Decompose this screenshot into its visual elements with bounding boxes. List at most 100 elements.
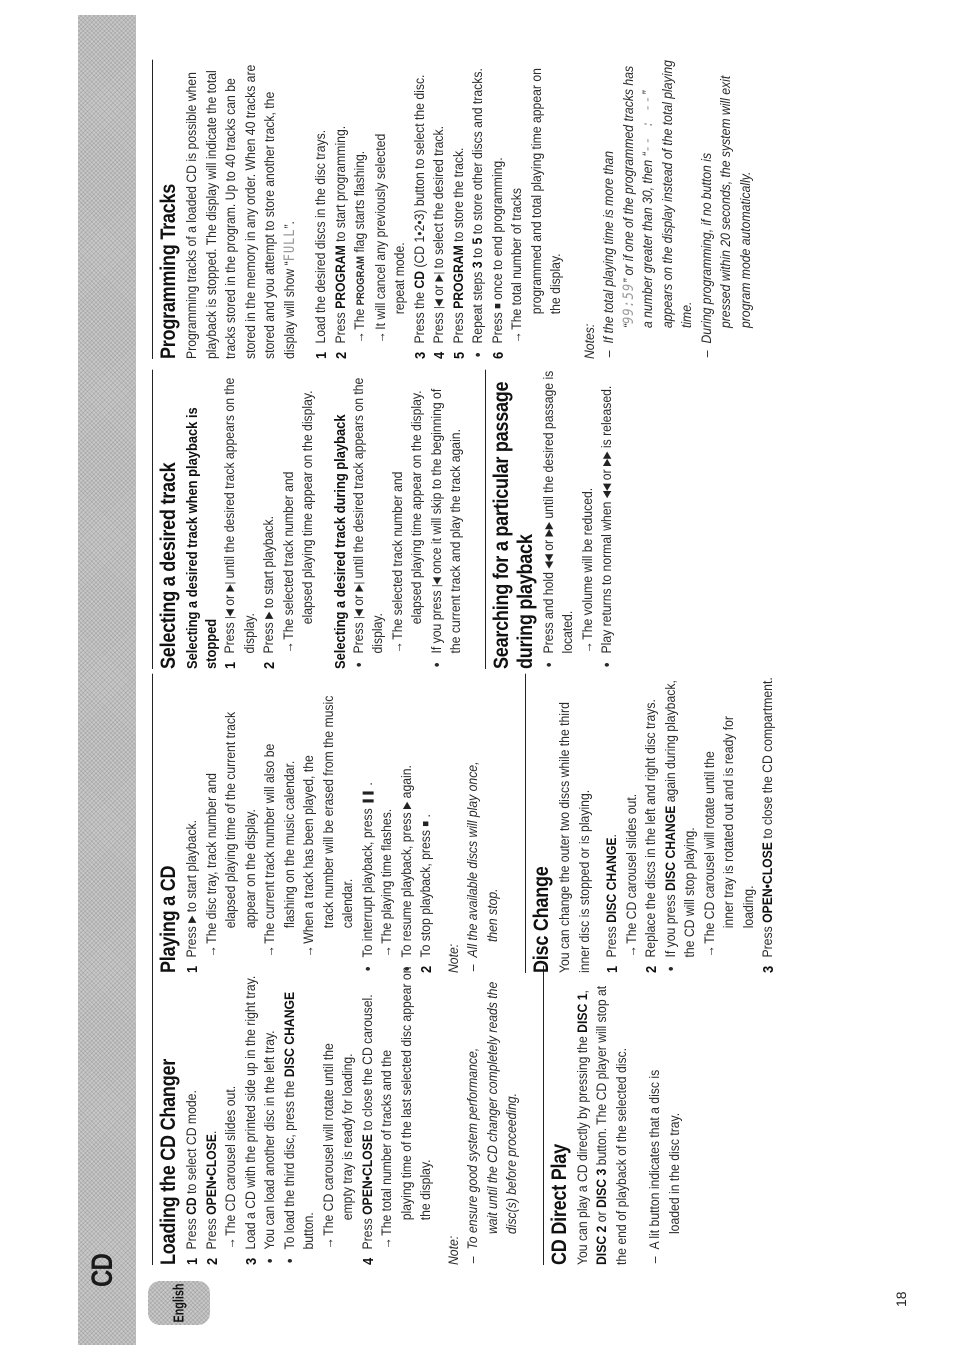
- programming-step-6-result: → The total number of tracks programmed an…: [508, 60, 567, 359]
- disc-change-bullet-result: → The CD carousel will rotate until the in…: [701, 674, 760, 973]
- bullet-text: Play returns to normal when: [599, 498, 615, 654]
- playing-resume-bullet: To resume playback, press ▶ again.: [398, 674, 418, 973]
- note-text-cont: then stop.: [484, 888, 501, 943]
- step-text: Press: [450, 308, 467, 344]
- step-text: to start playback.: [261, 516, 277, 612]
- result-text: The total number of tracks: [509, 188, 525, 330]
- arrow-icon: →: [372, 331, 389, 344]
- section-rule: [152, 673, 153, 973]
- programming-step-2: 2 Press PROGRAM to start programming.: [332, 60, 352, 359]
- language-tab-label: English: [170, 1283, 188, 1323]
- programming-note-1: If the total playing time is more than“9…: [600, 60, 698, 359]
- step-number: 1: [184, 965, 201, 973]
- playing-step-2: 2 To stop playback, press ■ .: [417, 674, 437, 973]
- arrow-icon: →: [301, 945, 317, 958]
- section-rule: [542, 965, 544, 1265]
- programming-note-2: During programming, if no button ispress…: [698, 60, 757, 359]
- searching-bullet-2: Play returns to normal when ◀◀ or ▶▶ is …: [598, 370, 618, 669]
- column-4: Programming Tracks Programming tracks of…: [146, 59, 756, 359]
- disc-change-bullet: If you press DISC CHANGE again during pl…: [662, 674, 701, 973]
- programming-step-6: 6 Press ■ once to end programming.: [489, 60, 509, 359]
- note-text-cont: “99:59” or if one of the programmed trac…: [620, 60, 698, 344]
- result-text: The CD carousel slides out.: [223, 1085, 239, 1236]
- result-text-cont: elapsed playing time appear on the displ…: [300, 390, 316, 625]
- lcd-full-text: FULL: [281, 228, 298, 262]
- loading-step-1: 1 Press CD to select CD mode.: [183, 966, 203, 1265]
- bullet-text: is released.: [599, 385, 615, 452]
- step-text: or: [222, 591, 238, 610]
- programming-title: Programming Tracks: [157, 183, 180, 359]
- note-text: To ensure good system performance,: [465, 1047, 481, 1250]
- loading-step-2-result: → The CD carousel slides out.: [222, 966, 242, 1265]
- arrow-icon: →: [280, 641, 297, 654]
- section-rule: [152, 369, 153, 669]
- selecting-stopped-result: → The selected track number and elapsed pl…: [280, 370, 319, 669]
- step-number: 1: [184, 1257, 201, 1265]
- step-text: to start programming.: [332, 125, 349, 246]
- result-text-cont: inner tray is rotated out and is ready f…: [721, 715, 757, 929]
- result-text: The volume will be reduced.: [579, 487, 596, 640]
- note-text-cont: loaded in the disc tray.: [666, 1112, 683, 1235]
- next-track-icon: ▶|: [224, 581, 236, 592]
- loading-note: To ensure good system performance,wait u…: [464, 966, 523, 1265]
- result-text: The current track number will also be: [262, 743, 278, 944]
- disc-change-step-1-result: → The CD carousel slides out.: [623, 674, 643, 973]
- result-text: The selected track number and: [280, 471, 297, 640]
- loading-title: Loading the CD Changer: [157, 1058, 180, 1265]
- bullet-text: to: [470, 244, 486, 262]
- step-text: Press: [261, 618, 277, 654]
- step-text: Load the desired discs in the disc trays…: [313, 129, 329, 344]
- direct-play-title: CD Direct Play: [547, 1144, 571, 1265]
- step-text: To stop playback, press: [418, 826, 434, 958]
- result-text-cont: empty tray is ready for loading.: [340, 1053, 356, 1221]
- step-text: Press: [184, 922, 200, 958]
- selecting-playback-bullet-2: If you press |◀ once it will skip to the…: [428, 370, 467, 669]
- disc-change-step-1: 1 Press DISC CHANGE.: [603, 674, 623, 973]
- result-text: The: [352, 305, 368, 330]
- play-icon: ▶: [400, 801, 413, 810]
- playing-result-3: → When a track has been played, the track …: [300, 674, 359, 973]
- selecting-stopped-step-1: 1 Press |◀ or ▶| until the desired track …: [221, 370, 260, 669]
- body-text: You can play a CD directly by pressing t…: [574, 1032, 591, 1265]
- step-text: .: [418, 814, 434, 821]
- note-text: If the total playing time is more than: [601, 150, 617, 344]
- button-name: OPEN•CLOSE: [203, 1134, 220, 1215]
- loading-bullet-2-result: → The CD carousel will rotate until the em…: [320, 966, 359, 1265]
- button-name: DISC 1: [574, 993, 591, 1033]
- result-text-cont: playing time of the last selected disc a…: [398, 966, 435, 1221]
- step-number: 2: [418, 965, 435, 973]
- step-text: Press: [184, 1214, 200, 1250]
- note-text-cont: wait until the CD changer completely rea…: [484, 981, 521, 1235]
- button-name: DISC 2: [594, 1225, 610, 1265]
- playing-title: Playing a CD: [157, 865, 180, 973]
- step-text: Press: [431, 308, 447, 344]
- column-1: Loading the CD Changer 1 Press CD to sele…: [146, 965, 685, 1265]
- step-number: 3: [411, 351, 429, 359]
- lcd-dashes-text: -- : --: [640, 94, 656, 153]
- selecting-playback-result: → The selected track number and elapsed pl…: [389, 370, 428, 669]
- loading-step-4: 4 Press OPEN•CLOSE to close the CD carous…: [359, 966, 379, 1265]
- previous-track-icon: |◀: [352, 609, 365, 619]
- result-text: The CD carousel will rotate until the: [701, 751, 718, 944]
- loading-note-label: Note:: [445, 1235, 462, 1265]
- step-number: 1: [222, 661, 239, 669]
- searching-result: → The volume will be reduced.: [579, 370, 599, 669]
- result-text: The total number of tracks and the: [379, 1049, 395, 1236]
- step-text: Replace the discs in the left and right …: [643, 699, 659, 958]
- bullet-text: or: [350, 591, 367, 610]
- bullet-text: again.: [398, 765, 415, 802]
- fast-forward-icon: ▶▶: [601, 451, 613, 467]
- step-text: Press: [760, 922, 776, 958]
- step-text: to close the CD carousel.: [359, 994, 376, 1135]
- disc-change-step-2: 2 Replace the discs in the left and right…: [642, 674, 662, 973]
- result-text: The CD carousel will rotate until the: [320, 1043, 337, 1236]
- lcd-time-text: 99:59: [620, 282, 637, 324]
- bullet-text: .: [359, 782, 376, 790]
- step-text: to close the CD compartment.: [760, 677, 776, 843]
- step-number: 5: [450, 351, 468, 359]
- note-text: All the available discs will play once,: [465, 761, 481, 958]
- arrow-icon: →: [203, 945, 220, 958]
- stop-icon: ■: [491, 303, 504, 309]
- page-number: 18: [893, 1291, 909, 1307]
- result-text: The playing time flashes.: [379, 808, 395, 944]
